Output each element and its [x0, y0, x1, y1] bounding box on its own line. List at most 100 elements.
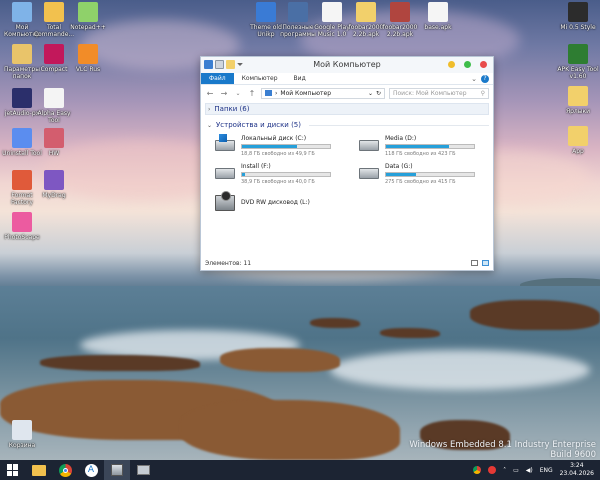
- computer-icon: [265, 90, 272, 96]
- folder-options-icon: [12, 44, 32, 64]
- useful-programs-icon: [288, 2, 308, 22]
- maximize-button[interactable]: [464, 61, 471, 68]
- drive-free-space: 18,8 ГБ свободно из 49,9 ГБ: [241, 151, 315, 157]
- drive-usage-bar: [241, 144, 331, 149]
- apk-easy-tool-icon: [568, 44, 588, 64]
- document-icon: [428, 2, 448, 22]
- drive-l[interactable]: DVD RW дисковод (L:): [209, 191, 329, 215]
- wallpaper-rock: [180, 400, 400, 460]
- desktop-icon-vlc[interactable]: VLC Rus: [66, 44, 110, 73]
- archive-icon: [390, 2, 410, 22]
- forward-button[interactable]: →: [219, 89, 229, 98]
- computer-icon: [12, 2, 32, 22]
- desktop-icon-base-apk[interactable]: base.apk: [416, 2, 460, 31]
- windows-start-icon: [7, 464, 19, 476]
- drive-d[interactable]: Media (D:) 118 ГБ свободно из 423 ГБ: [353, 135, 475, 157]
- windows-logo-icon: [219, 134, 227, 142]
- explorer-window: Мой Компьютер Файл Компьютер Вид ⌄ ? ← →…: [200, 56, 494, 271]
- compact-icon: [44, 44, 64, 64]
- desktop-icon-photoscape[interactable]: PhotoScape: [0, 212, 44, 241]
- photoscape-icon: [12, 212, 32, 232]
- taskbar-my-computer[interactable]: [104, 460, 130, 480]
- address-bar-row: ← → ⌄ ↑ › Мой Компьютер ⌄ ↻ Поиск: Мой К…: [201, 85, 493, 101]
- drive-f[interactable]: Install (F:) 38,9 ГБ свободно из 40,0 ГБ: [209, 163, 331, 185]
- desktop-icon-app[interactable]: App: [556, 126, 600, 155]
- taskbar-app-store[interactable]: A: [78, 460, 104, 480]
- drive-free-space: 38,9 ГБ свободно из 40,0 ГБ: [241, 179, 315, 185]
- file-explorer-icon: [32, 464, 46, 476]
- taskbar: A ˄ ▭ ◀) ENG 3:24 23.04.2026: [0, 460, 600, 480]
- search-icon: ⚲: [480, 89, 485, 97]
- wallpaper-rock: [220, 348, 340, 372]
- status-bar: Элементов: 11: [205, 258, 489, 268]
- desktop-icon-shortcuts[interactable]: Ярлыки: [556, 86, 600, 115]
- taskbar-file-explorer[interactable]: [26, 460, 52, 480]
- refresh-icon[interactable]: ↻: [376, 90, 381, 97]
- chrome-tray-icon[interactable]: [473, 466, 482, 474]
- details-view-icon[interactable]: [471, 260, 478, 266]
- uninstall-tool-icon: [12, 128, 32, 148]
- language-indicator[interactable]: ENG: [540, 467, 553, 474]
- desktop-icon-notepad[interactable]: Notepad++: [66, 2, 110, 31]
- desktop-icon-mi-style[interactable]: Mi 0.5 Style: [556, 2, 600, 31]
- drive-name: DVD RW дисковод (L:): [241, 199, 310, 206]
- drive-c[interactable]: Локальный диск (C:) 18,8 ГБ свободно из …: [209, 134, 331, 157]
- window-controls: [448, 61, 487, 68]
- group-devices[interactable]: ⌄ Устройства и диски (5): [205, 119, 489, 131]
- document-icon: [322, 2, 342, 22]
- wallpaper-foam: [330, 350, 590, 390]
- drive-name: Локальный диск (C:): [241, 135, 307, 142]
- hard-drive-icon: [215, 168, 235, 179]
- taskbar-vm[interactable]: [130, 460, 156, 480]
- start-button[interactable]: [0, 460, 26, 480]
- address-field[interactable]: › Мой Компьютер ⌄ ↻: [261, 87, 385, 99]
- close-button[interactable]: [480, 61, 487, 68]
- chevron-right-icon: ›: [208, 105, 211, 113]
- hw-icon: [44, 128, 64, 148]
- back-button[interactable]: ←: [205, 89, 215, 98]
- tab-file[interactable]: Файл: [201, 73, 234, 84]
- desktop-icon-mydrag[interactable]: MyDrag: [32, 170, 76, 199]
- drive-usage-bar: [385, 172, 475, 177]
- up-button[interactable]: ↑: [247, 89, 257, 98]
- help-icon[interactable]: ?: [481, 74, 489, 83]
- vm-icon: [136, 465, 150, 475]
- group-devices-label: Устройства и диски (5): [216, 121, 301, 129]
- recent-locations-icon[interactable]: ⌄: [233, 90, 243, 97]
- desktop-icon-alpha-easy-tool[interactable]: Alpha Easy Tool: [32, 88, 76, 124]
- show-hidden-icons[interactable]: ˄: [503, 467, 506, 474]
- tab-computer[interactable]: Компьютер: [234, 73, 286, 84]
- desktop-icon-recycle-bin[interactable]: Корзина: [0, 420, 44, 449]
- chrome-icon: [58, 463, 72, 477]
- network-icon[interactable]: ▭: [513, 467, 519, 474]
- tab-view[interactable]: Вид: [286, 73, 314, 84]
- desktop-icon-apk-easy-tool[interactable]: APK Easy Tool v1.60: [556, 44, 600, 80]
- shortcuts-folder-icon: [568, 86, 588, 106]
- search-input[interactable]: Поиск: Мой Компьютер ⚲: [389, 87, 489, 99]
- system-drive-icon: [215, 134, 235, 151]
- drive-usage-fill: [242, 145, 297, 148]
- address-text: Мой Компьютер: [280, 89, 332, 97]
- hard-drive-icon: [359, 168, 379, 179]
- taskbar-chrome[interactable]: [52, 460, 78, 480]
- desktop-icon-hw[interactable]: HW: [32, 128, 76, 157]
- group-folders[interactable]: › Папки (6): [205, 103, 489, 115]
- address-dropdown-icon[interactable]: ⌄: [368, 90, 373, 97]
- alpha-easy-tool-icon: [44, 88, 64, 108]
- ribbon: Файл Компьютер Вид ⌄ ?: [201, 73, 493, 85]
- wallpaper-rock: [380, 328, 440, 338]
- drive-g[interactable]: Data (G:) 275 ГБ свободно из 415 ГБ: [353, 163, 475, 185]
- clock[interactable]: 3:24 23.04.2026: [560, 462, 594, 478]
- recycle-bin-icon: [12, 420, 32, 440]
- clock-date: 23.04.2026: [559, 470, 594, 477]
- minimize-button[interactable]: [448, 61, 455, 68]
- app-folder-icon: [568, 126, 588, 146]
- tiles-view-icon[interactable]: [482, 260, 489, 266]
- volume-icon[interactable]: ◀): [526, 467, 533, 474]
- window-titlebar[interactable]: Мой Компьютер: [201, 57, 493, 73]
- desktop: Мой Компьютер Total Commande... Notepad+…: [0, 0, 600, 460]
- content-pane: › Папки (6) ⌄ Устройства и диски (5) Лок…: [205, 103, 489, 256]
- expand-ribbon-icon[interactable]: ⌄: [471, 75, 477, 83]
- drive-usage-fill: [242, 173, 245, 176]
- antivirus-tray-icon[interactable]: [488, 466, 497, 474]
